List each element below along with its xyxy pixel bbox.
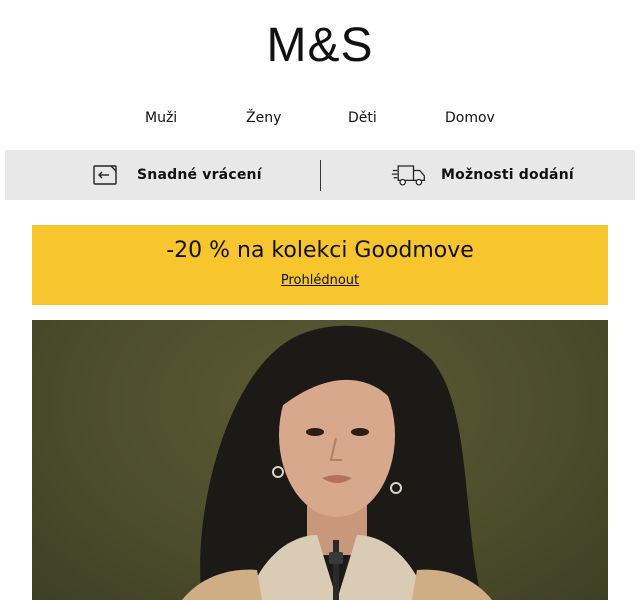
nav-item-men[interactable]: Muži [145, 108, 177, 128]
nav-item-women[interactable]: Ženy [246, 108, 281, 128]
nav-item-kids[interactable]: Děti [348, 108, 377, 128]
promo-banner[interactable]: -20 % na kolekci Goodmove Prohlédnout [32, 225, 608, 305]
promo-link[interactable]: Prohlédnout [281, 273, 359, 289]
service-bar: Snadné vrácení Možnosti dodání [5, 150, 635, 200]
returns-label: Snadné vrácení [137, 167, 262, 183]
delivery-label: Možnosti dodání [441, 167, 574, 183]
nav-item-home[interactable]: Domov [445, 108, 495, 128]
promo-title: -20 % na kolekci Goodmove [166, 238, 474, 263]
main-nav: Muži Ženy Děti Domov [0, 108, 640, 130]
return-package-icon [87, 160, 123, 190]
model-photo [182, 325, 492, 600]
delivery-link[interactable]: Možnosti dodání [391, 150, 574, 200]
divider [320, 160, 321, 191]
returns-link[interactable]: Snadné vrácení [87, 150, 262, 200]
hero-image[interactable] [32, 320, 608, 600]
delivery-truck-icon [391, 160, 427, 190]
brand-logo[interactable]: M&S [0, 18, 640, 74]
